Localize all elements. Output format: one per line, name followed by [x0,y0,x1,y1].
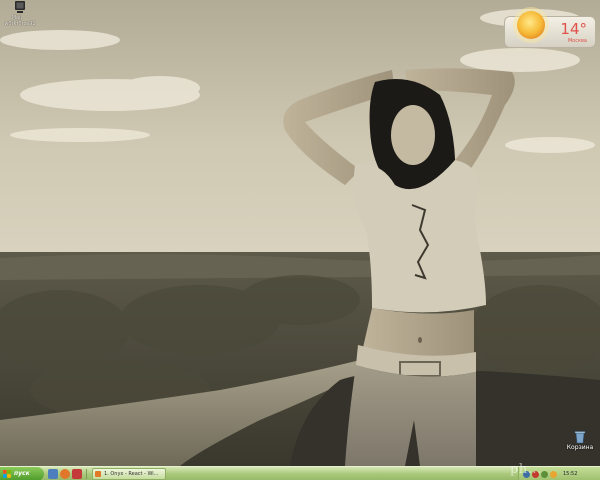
taskbar-window-label: 1. Onyx - React - Wi... [104,471,159,477]
monitor-icon [15,1,25,13]
quick-launch [48,469,82,479]
weather-gadget[interactable]: 14° Москва [504,7,596,48]
taskbar-window-button[interactable]: 1. Onyx - React - Wi... [92,468,166,480]
browser-icon[interactable] [60,469,70,479]
watermark-text: ph... [510,462,542,477]
winamp-icon [95,471,101,477]
start-button-label: пуск [14,470,30,477]
show-desktop-icon[interactable] [48,469,58,479]
media-player-icon[interactable] [72,469,82,479]
messenger-icon[interactable] [550,470,557,478]
desktop-icon-label: Корзина [566,444,594,451]
clock[interactable]: 15:52 [563,471,577,477]
weather-city: Москва [567,38,587,44]
desktop-icon-mail[interactable]: Mail w0rkf0rce92 [0,1,42,27]
taskbar-separator [86,469,87,479]
desktop-wallpaper [0,0,600,466]
desktop-icon-recycle-bin[interactable]: Корзина [558,430,600,451]
weather-temperature: 14° [560,20,587,38]
sun-icon [513,7,549,43]
windows-logo-icon [3,470,11,478]
recycle-bin-icon [574,431,586,444]
start-button[interactable]: пуск [0,467,44,480]
desktop-icon-label: Mail w0rkf0rce92 [4,15,36,27]
volume-icon[interactable] [541,470,548,478]
